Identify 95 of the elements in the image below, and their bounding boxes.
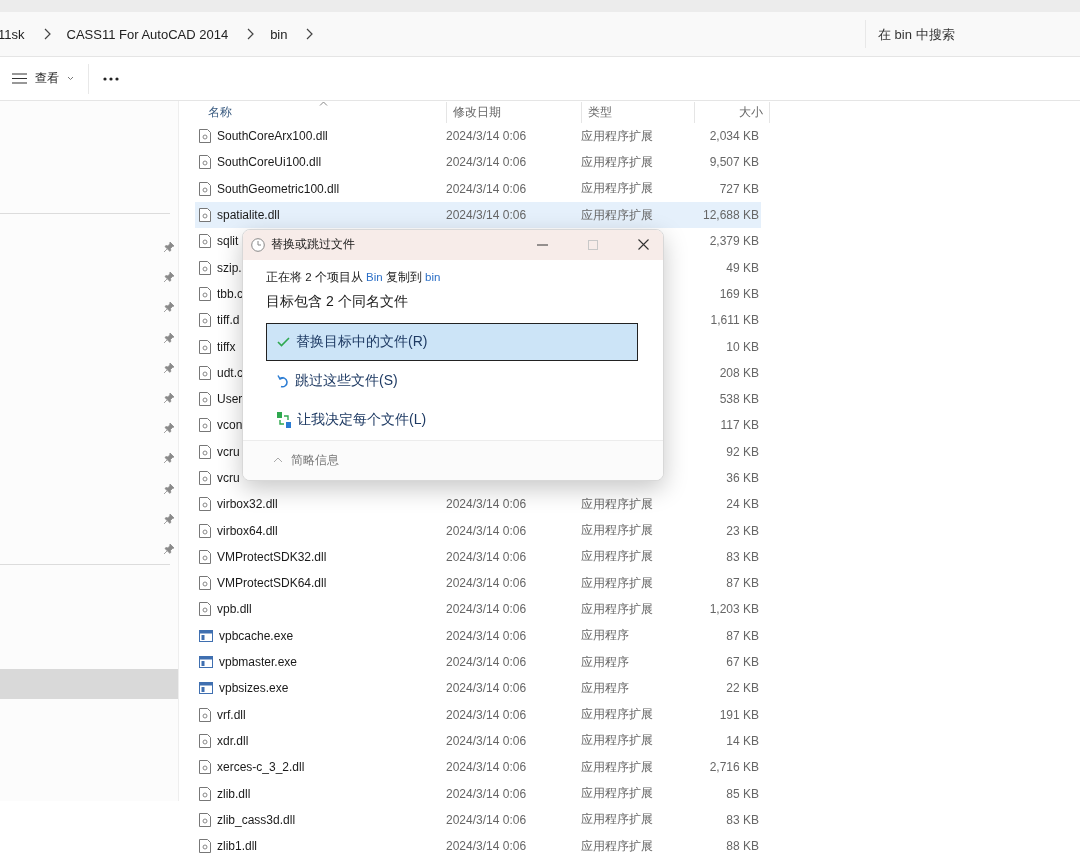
file-name: spatialite.dll — [217, 208, 280, 223]
modified-date: 2024/3/14 0:06 — [446, 655, 527, 670]
modified-date: 2024/3/14 0:06 — [446, 628, 527, 643]
file-size: 1,203 KB — [709, 602, 759, 617]
file-name: tiffx — [217, 339, 236, 354]
file-type: 应用程序扩展 — [581, 733, 653, 748]
modified-date: 2024/3/14 0:06 — [446, 812, 527, 827]
file-size: 169 KB — [719, 286, 759, 301]
file-type: 应用程序扩展 — [581, 838, 653, 853]
file-size: 10 KB — [726, 339, 759, 354]
modified-date: 2024/3/14 0:06 — [446, 681, 527, 696]
file-size: 12,688 KB — [702, 208, 759, 223]
file-name: VMProtectSDK64.dll — [217, 576, 327, 591]
file-name: vpbmaster.exe — [219, 655, 298, 670]
file-type: 应用程序扩展 — [581, 549, 653, 564]
modified-date: 2024/3/14 0:06 — [446, 602, 527, 617]
file-name: sqlit — [217, 234, 239, 249]
modified-date: 2024/3/14 0:06 — [446, 129, 527, 144]
file-type: 应用程序扩展 — [581, 523, 653, 538]
file-name: virbox64.dll — [217, 523, 278, 538]
modified-date: 2024/3/14 0:06 — [446, 208, 527, 223]
file-size: 87 KB — [726, 628, 759, 643]
modified-date: 2024/3/14 0:06 — [446, 760, 527, 775]
modified-date: 2024/3/14 0:06 — [446, 733, 527, 748]
file-size: 88 KB — [726, 839, 759, 854]
dialog-title: 替换或跳过文件 — [271, 236, 355, 254]
file-type: 应用程序扩展 — [581, 602, 653, 616]
file-name: udt.c — [217, 365, 243, 380]
file-name: SouthCoreArx100.dll — [217, 129, 328, 144]
file-size: 83 KB — [726, 812, 759, 827]
file-size: 2,716 KB — [709, 760, 759, 775]
file-name: zlib.dll — [217, 786, 251, 801]
file-type: 应用程序扩展 — [581, 707, 653, 722]
copy-status-text: 正在将 2 个项目从 Bin 复制到 bin — [266, 269, 442, 285]
file-name: szip. — [217, 260, 242, 275]
file-size: 14 KB — [726, 733, 759, 748]
file-size: 191 KB — [719, 707, 759, 722]
modified-date: 2024/3/14 0:06 — [446, 181, 527, 196]
file-name: vpbsizes.exe — [219, 681, 289, 696]
file-type: 应用程序扩展 — [581, 786, 653, 801]
file-size: 1,611 KB — [710, 313, 759, 328]
modified-date: 2024/3/14 0:06 — [446, 707, 527, 722]
file-name: xdr.dll — [217, 733, 249, 748]
file-name: vcru — [217, 444, 240, 459]
dialog-heading: 目标包含 2 个同名文件 — [266, 292, 409, 311]
file-name: vrf.dll — [217, 707, 246, 722]
file-size: 36 KB — [726, 471, 759, 485]
file-size: 9,507 KB — [709, 155, 759, 170]
modified-date: 2024/3/14 0:06 — [446, 576, 527, 591]
file-size: 727 KB — [719, 181, 759, 196]
file-name: virbox32.dll — [217, 497, 278, 512]
file-type: 应用程序扩展 — [581, 128, 653, 143]
file-name: vcon — [217, 418, 243, 433]
file-type: 应用程序扩展 — [581, 181, 653, 196]
file-name: zlib_cass3d.dll — [217, 812, 296, 827]
file-size: 49 KB — [726, 260, 759, 275]
file-size: 538 KB — [719, 392, 759, 407]
file-name: zlib1.dll — [217, 839, 258, 854]
file-name: xerces-c_3_2.dll — [217, 760, 305, 775]
file-size: 83 KB — [726, 549, 759, 564]
file-type: 应用程序扩展 — [581, 812, 653, 827]
file-name: SouthGeometric100.dll — [217, 181, 340, 196]
file-name: tiff.d — [217, 313, 240, 328]
file-name: User — [217, 392, 243, 407]
file-type: 应用程序扩展 — [581, 154, 653, 169]
file-name: vcru — [217, 471, 240, 485]
file-size: 87 KB — [726, 576, 759, 591]
file-name: vpb.dll — [217, 602, 252, 617]
file-type: 应用程序 — [581, 654, 629, 669]
file-size: 92 KB — [726, 444, 759, 459]
modified-date: 2024/3/14 0:06 — [446, 497, 527, 512]
file-type: 应用程序扩展 — [581, 496, 653, 511]
modified-date: 2024/3/14 0:06 — [446, 839, 527, 854]
file-size: 23 KB — [726, 523, 759, 538]
file-name: SouthCoreUi100.dll — [217, 155, 322, 170]
file-size: 117 KB — [720, 418, 759, 433]
file-size: 22 KB — [726, 681, 759, 696]
modified-date: 2024/3/14 0:06 — [446, 155, 527, 170]
file-type: 应用程序 — [581, 680, 629, 695]
file-size: 208 KB — [719, 365, 759, 380]
file-size: 2,379 KB — [709, 234, 759, 249]
file-type: 应用程序扩展 — [581, 207, 653, 222]
modified-date: 2024/3/14 0:06 — [446, 786, 527, 801]
file-size: 2,034 KB — [709, 129, 759, 144]
file-name: vpbcache.exe — [219, 628, 294, 643]
file-name: tbb.c — [217, 286, 243, 301]
modified-date: 2024/3/14 0:06 — [446, 549, 527, 564]
file-type: 应用程序扩展 — [581, 575, 653, 590]
file-size: 67 KB — [726, 655, 759, 670]
file-size: 24 KB — [726, 497, 759, 512]
modified-date: 2024/3/14 0:06 — [446, 523, 527, 538]
file-type: 应用程序 — [581, 628, 629, 643]
file-size: 85 KB — [726, 786, 759, 801]
file-name: VMProtectSDK32.dll — [217, 549, 327, 564]
file-type: 应用程序扩展 — [581, 759, 653, 774]
